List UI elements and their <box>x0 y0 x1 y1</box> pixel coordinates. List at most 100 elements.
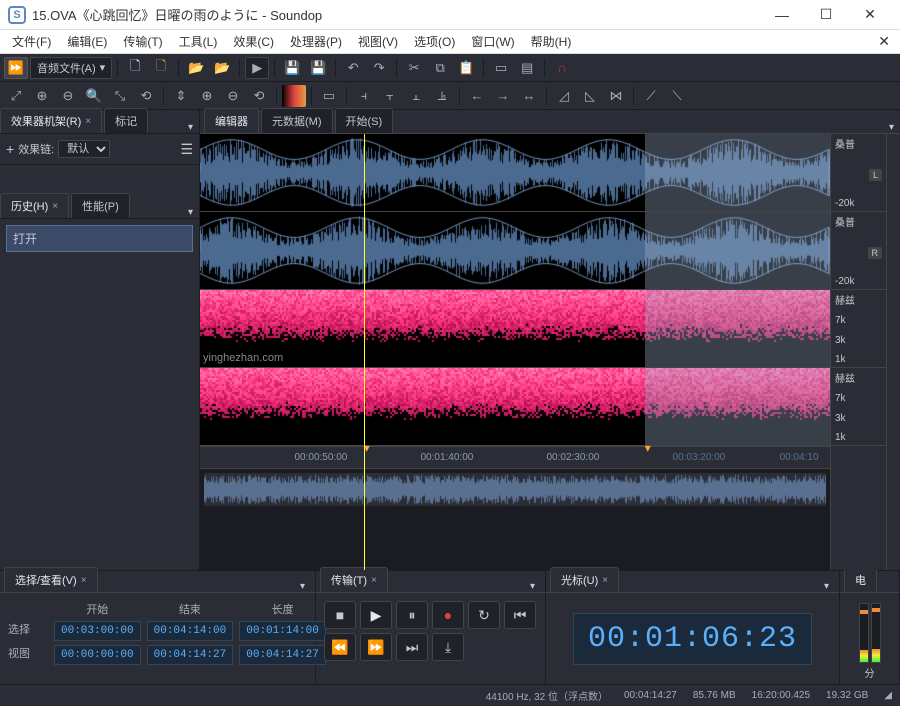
sel-end-input[interactable]: 00:04:14:00 <box>147 621 234 641</box>
menu-view[interactable]: 视图(V) <box>350 30 406 53</box>
tab-cursor[interactable]: 光标(U)× <box>550 567 619 592</box>
zoom-out-h-icon[interactable]: ⊖ <box>56 85 80 107</box>
selection-freq-icon[interactable]: ▤ <box>515 57 539 79</box>
menu-help[interactable]: 帮助(H) <box>523 30 580 53</box>
zoom-tool-icon[interactable]: 🔍 <box>82 85 106 107</box>
tab-fx-rack[interactable]: 效果器机架(R)× <box>0 108 102 133</box>
tab-meters[interactable]: 电 <box>844 567 877 592</box>
marker-icon[interactable]: ▾ <box>645 441 651 455</box>
minimize-button[interactable]: — <box>760 0 804 30</box>
spectrogram-left[interactable] <box>200 290 830 367</box>
channel-badge-l[interactable]: L <box>869 169 882 181</box>
close-icon[interactable]: × <box>52 201 58 212</box>
zoom-v-in-icon[interactable]: ⊕ <box>195 85 219 107</box>
align-3-icon[interactable]: ⫠ <box>404 85 428 107</box>
tab-performance[interactable]: 性能(P) <box>71 193 130 218</box>
cut-icon[interactable]: ✂ <box>402 57 426 79</box>
sel-length-input[interactable]: 00:01:14:00 <box>239 621 326 641</box>
resize-grip-icon[interactable]: ◢ <box>884 690 892 701</box>
fade-in-icon[interactable]: ◿ <box>552 85 576 107</box>
copy-icon[interactable]: ⧉ <box>428 57 452 79</box>
loop-button[interactable]: ↻ <box>468 601 500 629</box>
spectrogram-right[interactable] <box>200 368 830 445</box>
close-icon[interactable]: × <box>602 575 608 586</box>
close-icon[interactable]: × <box>371 575 377 586</box>
view-start-input[interactable]: 00:00:00:00 <box>54 645 141 665</box>
go-end-button[interactable]: ⏭ <box>396 633 428 661</box>
open-append-icon[interactable]: 📂 <box>210 57 234 79</box>
sel-start-input[interactable]: 00:03:00:00 <box>54 621 141 641</box>
arrow-right-icon[interactable]: → <box>491 85 515 107</box>
tab-overflow-icon[interactable]: ▾ <box>294 581 311 592</box>
paste-icon[interactable]: 📋 <box>454 57 478 79</box>
crossfade-icon[interactable]: ⋈ <box>604 85 628 107</box>
view-end-input[interactable]: 00:04:14:27 <box>147 645 234 665</box>
waveform-left[interactable] <box>200 134 830 211</box>
close-button[interactable]: ✕ <box>848 0 892 30</box>
tab-start[interactable]: 开始(S) <box>335 108 394 133</box>
menu-processor[interactable]: 处理器(P) <box>282 30 350 53</box>
selection-tool-icon[interactable]: ▭ <box>489 57 513 79</box>
arrow-left-icon[interactable]: ← <box>465 85 489 107</box>
record-button[interactable]: ● <box>432 601 464 629</box>
menu-window[interactable]: 窗口(W) <box>463 30 522 53</box>
redo-icon[interactable]: ↷ <box>367 57 391 79</box>
waveform-right[interactable] <box>200 212 830 289</box>
tab-markers[interactable]: 标记 <box>104 108 148 133</box>
menu-effects[interactable]: 效果(C) <box>225 30 282 53</box>
channel-badge-r[interactable]: R <box>868 247 883 259</box>
fx-chain-preset[interactable]: 默认 <box>58 140 110 158</box>
tab-metadata[interactable]: 元数据(M) <box>261 108 333 133</box>
tab-editor[interactable]: 编辑器 <box>204 108 259 133</box>
menu-transport[interactable]: 传输(T) <box>115 30 170 53</box>
zoom-v-out-icon[interactable]: ⊖ <box>221 85 245 107</box>
tab-overflow-icon[interactable]: ▾ <box>883 122 900 133</box>
align-2-icon[interactable]: ⫟ <box>378 85 402 107</box>
audio-file-dropdown[interactable]: 音频文件(A)▾ <box>30 57 112 79</box>
menu-close-icon[interactable]: ✕ <box>872 33 896 50</box>
fade-curve-2-icon[interactable]: ⟍ <box>665 85 689 107</box>
close-icon[interactable]: × <box>81 575 87 586</box>
menu-file[interactable]: 文件(F) <box>4 30 59 53</box>
color-scheme-icon[interactable] <box>282 85 306 107</box>
maximize-button[interactable]: ☐ <box>804 0 848 30</box>
marker-icon[interactable]: ▾ <box>364 441 370 455</box>
rewind-button[interactable]: ⏪ <box>324 633 356 661</box>
zoom-sel-icon[interactable]: ⤡ <box>108 85 132 107</box>
play-icon[interactable]: ▶ <box>245 57 269 79</box>
zoom-v-fit-icon[interactable]: ⇕ <box>169 85 193 107</box>
zoom-fit-icon[interactable]: ⤢ <box>4 85 28 107</box>
fx-list-icon[interactable]: ☰ <box>180 141 193 158</box>
undo-icon[interactable]: ↶ <box>341 57 365 79</box>
tab-overflow-icon[interactable]: ▾ <box>524 581 541 592</box>
align-1-icon[interactable]: ⫞ <box>352 85 376 107</box>
play-forward-icon[interactable]: ⏩ <box>4 57 28 79</box>
fade-out-icon[interactable]: ◺ <box>578 85 602 107</box>
new-file-icon[interactable]: 🗋 <box>123 57 147 79</box>
save-all-icon[interactable]: 💾 <box>306 57 330 79</box>
add-fx-icon[interactable]: + <box>6 141 14 157</box>
go-start-button[interactable]: ⏮ <box>504 601 536 629</box>
tab-overflow-icon[interactable]: ▾ <box>182 122 199 133</box>
zoom-v-reset-icon[interactable]: ⟲ <box>247 85 271 107</box>
menu-tools[interactable]: 工具(L) <box>171 30 226 53</box>
stop-button[interactable]: ■ <box>324 601 356 629</box>
skip-button[interactable]: ⤓ <box>432 633 464 661</box>
tab-overflow-icon[interactable]: ▾ <box>182 207 199 218</box>
tab-history[interactable]: 历史(H)× <box>0 193 69 218</box>
snap-icon[interactable]: ∩ <box>550 57 574 79</box>
menu-options[interactable]: 选项(O) <box>406 30 463 53</box>
tab-selection-view[interactable]: 选择/查看(V)× <box>4 567 98 592</box>
history-item[interactable]: 打开 <box>6 225 193 252</box>
align-4-icon[interactable]: ⫡ <box>430 85 454 107</box>
new-folder-icon[interactable]: 🗋 <box>149 57 173 79</box>
open-file-icon[interactable]: 📂 <box>184 57 208 79</box>
timeline[interactable]: ▾ ▾ 00:00:50:00 00:01:40:00 00:02:30:00 … <box>200 446 830 468</box>
waveform-area[interactable]: yinghezhan.com ▾ ▾ 00:00:50:00 00:01:40:… <box>200 134 900 570</box>
cursor-timecode[interactable]: 00:01:06:23 <box>573 613 812 665</box>
zoom-in-h-icon[interactable]: ⊕ <box>30 85 54 107</box>
zoom-reset-icon[interactable]: ⟲ <box>134 85 158 107</box>
overview[interactable] <box>200 468 830 510</box>
close-icon[interactable]: × <box>85 116 91 127</box>
tab-overflow-icon[interactable]: ▾ <box>818 581 835 592</box>
